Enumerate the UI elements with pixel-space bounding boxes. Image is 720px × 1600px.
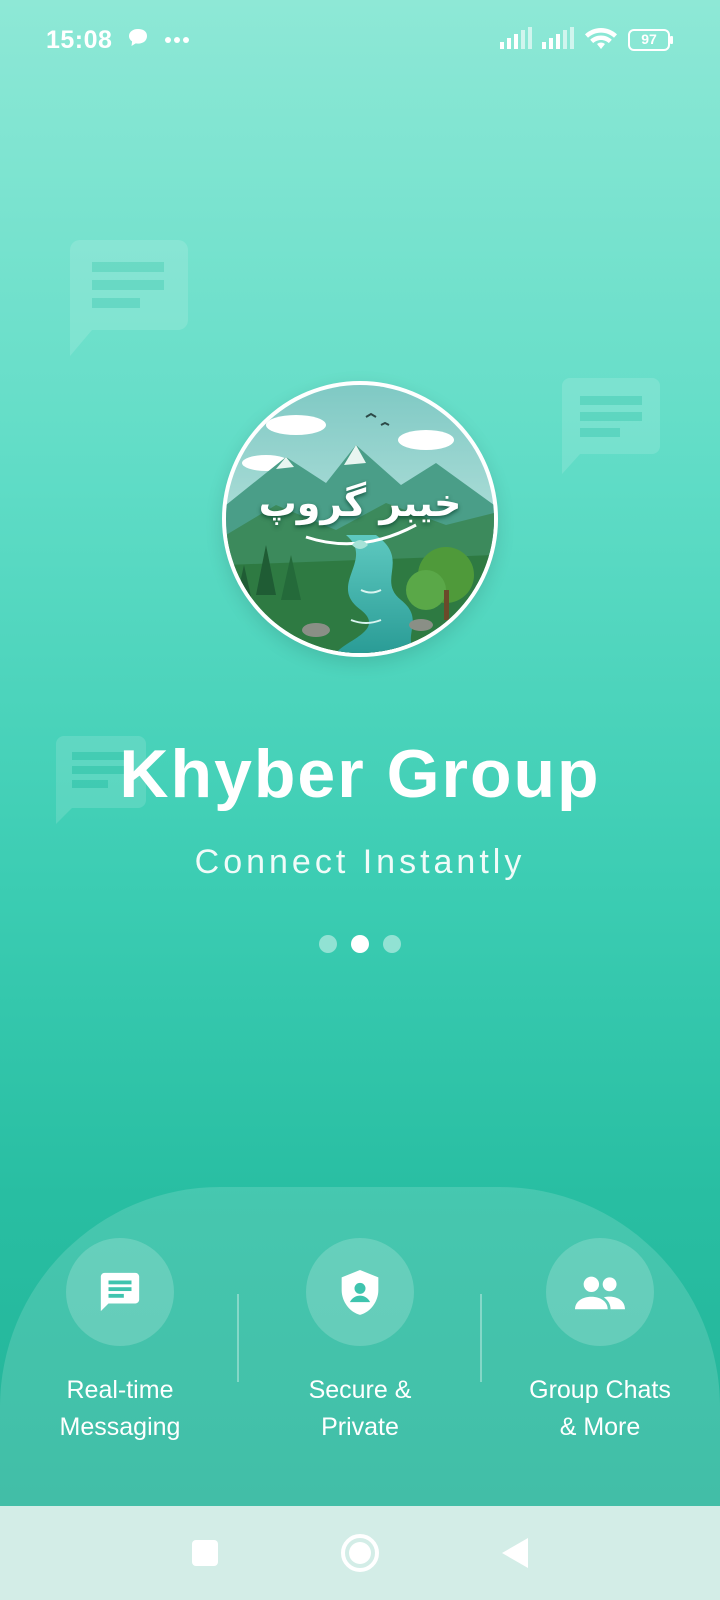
status-bar: 15:08 97 [0,0,720,80]
feature-label: Group Chats & More [529,1376,671,1441]
page-indicator-dot [319,935,337,953]
home-button[interactable] [340,1533,380,1573]
more-dots-icon [164,31,190,49]
battery-level: 97 [641,31,657,47]
message-icon [100,1272,140,1312]
chat-notification-icon [126,26,150,55]
signal-icon [542,26,574,54]
shield-icon [341,1270,379,1315]
wifi-icon [584,25,618,56]
feature-icon-circle [306,1238,414,1346]
page-indicator-dot [351,935,369,953]
background-chat-bubble-icon [562,378,660,474]
app-title: Khyber Group [119,736,601,812]
feature-icon-circle [546,1238,654,1346]
feature-group-chats: Group Chats & More [485,1238,715,1446]
page-indicator-dot [383,935,401,953]
feature-realtime-messaging: Real-time Messaging [5,1238,235,1446]
signal-icon [500,26,532,54]
background-chat-bubble-icon [70,240,188,356]
logo-illustration: خیبر گروپ [226,385,494,653]
recent-apps-button[interactable] [190,1538,220,1568]
status-left: 15:08 [46,26,190,55]
page-indicator [0,935,720,953]
app-logo: خیبر گروپ [222,381,498,657]
system-nav-bar [0,1506,720,1600]
feature-label: Real-time Messaging [59,1376,181,1441]
feature-icon-circle [66,1238,174,1346]
back-button[interactable] [500,1536,530,1570]
status-right: 97 [500,25,674,56]
group-icon [575,1276,625,1310]
feature-label: Secure & Private [308,1376,412,1441]
battery-icon: 97 [628,29,674,51]
status-time: 15:08 [46,25,113,54]
feature-list: Real-time Messaging Secure & Private Gro… [0,1238,720,1446]
logo-urdu-text: خیبر گروپ [258,481,462,525]
app-subtitle: Connect Instantly [194,843,526,881]
feature-secure-private: Secure & Private [245,1238,475,1446]
